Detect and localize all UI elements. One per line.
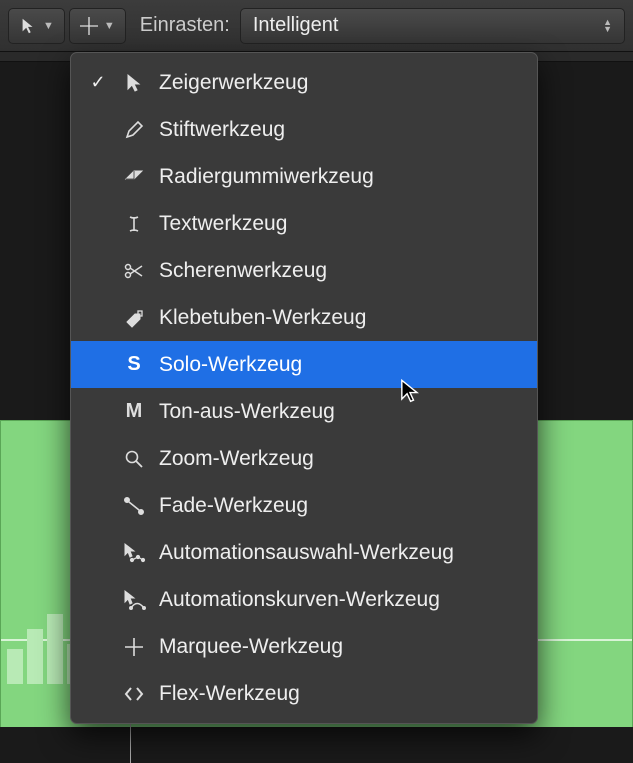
menu-item-label: Zeigerwerkzeug [159,71,308,95]
menu-item-mute[interactable]: M Ton-aus-Werkzeug [71,388,537,435]
secondary-tool-button[interactable]: ▼ [69,8,126,44]
menu-item-solo[interactable]: S Solo-Werkzeug [71,341,537,388]
updown-icon: ▲▼ [603,19,612,33]
mouse-cursor [398,378,422,406]
marquee-icon [119,637,149,657]
chevron-down-icon: ▼ [43,20,54,32]
menu-item-autosel[interactable]: Automationsauswahl-Werkzeug [71,529,537,576]
menu-item-label: Flex-Werkzeug [159,682,300,706]
track-footer [0,727,633,763]
primary-tool-button[interactable]: ▼ [8,8,65,44]
chevron-down-icon: ▼ [104,20,115,32]
text-icon [119,214,149,234]
snap-mode-select[interactable]: Intelligent ▲▼ [240,8,625,44]
menu-item-pointer[interactable]: ✓ Zeigerwerkzeug [71,59,537,106]
pointer-icon [19,17,37,35]
zoom-icon [119,449,149,469]
pointer-icon [119,73,149,93]
menu-item-label: Klebetuben-Werkzeug [159,306,366,330]
menu-item-text[interactable]: Textwerkzeug [71,200,537,247]
menu-item-scissors[interactable]: Scherenwerkzeug [71,247,537,294]
menu-item-fade[interactable]: Fade-Werkzeug [71,482,537,529]
tool-menu[interactable]: ✓ Zeigerwerkzeug Stiftwerkzeug Radiergummiw… [70,52,538,724]
mute-icon: M [119,400,149,423]
solo-icon: S [119,353,149,376]
glue-icon [119,308,149,328]
menu-item-label: Radiergummiwerkzeug [159,165,374,189]
autocurve-icon [119,589,149,611]
menu-item-glue[interactable]: Klebetuben-Werkzeug [71,294,537,341]
snap-value: Intelligent [253,14,339,37]
menu-item-marquee[interactable]: Marquee-Werkzeug [71,623,537,670]
marquee-icon [80,17,98,35]
menu-item-pencil[interactable]: Stiftwerkzeug [71,106,537,153]
snap-label: Einrasten: [140,14,230,37]
menu-item-label: Automationskurven-Werkzeug [159,588,440,612]
menu-item-label: Solo-Werkzeug [159,353,302,377]
menu-item-eraser[interactable]: Radiergummiwerkzeug [71,153,537,200]
menu-item-label: Automationsauswahl-Werkzeug [159,541,454,565]
autosel-icon [119,542,149,564]
fade-icon [119,496,149,516]
menu-item-label: Stiftwerkzeug [159,118,285,142]
flex-icon [119,684,149,704]
menu-item-label: Scherenwerkzeug [159,259,327,283]
menu-item-label: Fade-Werkzeug [159,494,308,518]
menu-item-label: Ton-aus-Werkzeug [159,400,335,424]
menu-item-label: Marquee-Werkzeug [159,635,343,659]
scissors-icon [119,261,149,281]
menu-item-zoom[interactable]: Zoom-Werkzeug [71,435,537,482]
menu-item-label: Zoom-Werkzeug [159,447,314,471]
menu-item-label: Textwerkzeug [159,212,287,236]
menu-item-flex[interactable]: Flex-Werkzeug [71,670,537,717]
toolbar: ▼ ▼ Einrasten: Intelligent ▲▼ [0,0,633,52]
menu-item-autocurve[interactable]: Automationskurven-Werkzeug [71,576,537,623]
pencil-icon [119,120,149,140]
check-icon: ✓ [87,72,109,93]
eraser-icon [119,167,149,187]
